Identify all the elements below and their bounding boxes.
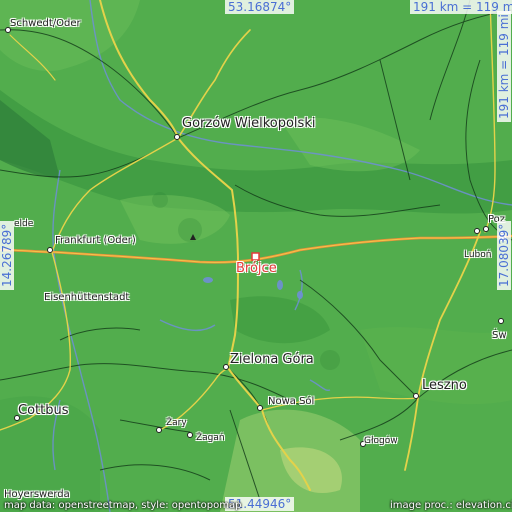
frankfurt-marker — [47, 247, 53, 253]
city-label-zielona-gora: Zielona Góra — [230, 352, 314, 367]
elevation-map[interactable] — [0, 0, 512, 512]
west-coordinate-label: 14.26789° — [0, 220, 14, 290]
city-label-zagan: Żagań — [196, 433, 225, 443]
zielona-gora-marker — [223, 364, 229, 370]
vertical-scale-label: 191 km = 119 mi — [497, 11, 511, 122]
east-coordinate-label: 17.08039° — [497, 220, 511, 290]
city-label-nowa-sol: Nowa Sól — [268, 396, 315, 407]
image-proc-credit: image proc.: elevation.city — [390, 500, 512, 511]
nowa-sol-marker — [257, 405, 263, 411]
city-label-glogow: Głogów — [364, 436, 398, 446]
poz-marker — [483, 226, 489, 232]
city-label-sw: Św — [492, 330, 507, 341]
city-label-lubon: Luboń — [464, 250, 492, 260]
city-label-eisenhuttenstadt: Eisenhüttenstadt — [44, 292, 130, 303]
city-label-schwedt: Schwedt/Oder — [10, 18, 81, 29]
zagan-marker — [187, 432, 193, 438]
zary-marker — [156, 427, 162, 433]
sw-marker — [498, 318, 504, 324]
north-coordinate-label: 53.16874° — [225, 0, 295, 14]
city-label-zary: Żary — [166, 418, 187, 428]
leszno-marker — [413, 393, 419, 399]
city-label-elde: elde — [14, 219, 34, 229]
city-label-cottbus: Cottbus — [18, 403, 69, 418]
city-label-gorzow: Gorzów Wielkopolski — [182, 116, 316, 131]
gorzow-marker — [174, 134, 180, 140]
target-place-label: Brójce — [236, 261, 277, 276]
city-label-frankfurt: Frankfurt (Oder) — [55, 235, 136, 246]
city-label-leszno: Leszno — [422, 378, 467, 393]
map-credit: map data: openstreetmap, style: opentopo… — [4, 500, 242, 511]
lubon-marker — [474, 228, 480, 234]
